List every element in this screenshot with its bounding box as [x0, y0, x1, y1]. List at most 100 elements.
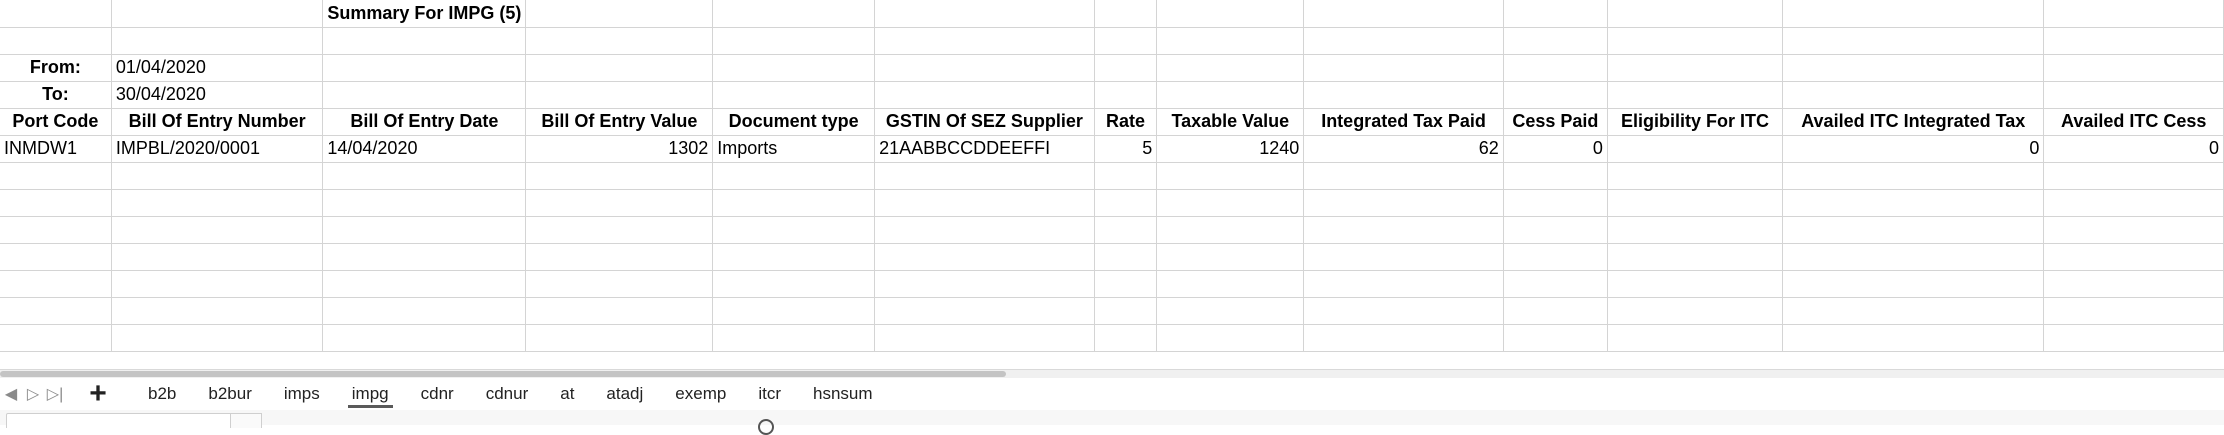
cell[interactable]	[322, 243, 527, 271]
cell[interactable]	[1607, 324, 1784, 352]
horizontal-scrollbar-thumb[interactable]	[0, 371, 1006, 377]
sheet-tab-atadj[interactable]: atadj	[590, 380, 659, 408]
cell[interactable]	[525, 54, 714, 82]
cell[interactable]	[1503, 324, 1608, 352]
cell[interactable]	[1303, 324, 1504, 352]
grid-table[interactable]: Summary For IMPG (5) From: 01/04/2020 To: 30…	[0, 0, 2224, 352]
first-sheet-button[interactable]: ◀	[0, 380, 22, 408]
cell[interactable]	[1156, 0, 1305, 28]
cell[interactable]	[1782, 54, 2045, 82]
cell[interactable]	[1503, 0, 1608, 28]
cell[interactable]	[874, 0, 1095, 28]
cell[interactable]	[111, 243, 324, 271]
cell[interactable]	[1782, 27, 2045, 55]
data-cell[interactable]: 0	[2043, 135, 2224, 163]
cell[interactable]	[322, 81, 527, 109]
data-cell[interactable]: IMPBL/2020/0001	[111, 135, 324, 163]
cell[interactable]	[1156, 216, 1305, 244]
cell[interactable]	[2043, 270, 2224, 298]
cell[interactable]	[1303, 0, 1504, 28]
data-cell[interactable]: 14/04/2020	[322, 135, 527, 163]
cell[interactable]	[712, 216, 876, 244]
cell[interactable]	[111, 162, 324, 190]
column-header[interactable]: Document type	[712, 108, 876, 136]
cell[interactable]	[874, 54, 1095, 82]
sheet-tab-exemp[interactable]: exemp	[659, 380, 742, 408]
cell[interactable]	[1303, 297, 1504, 325]
cell[interactable]	[1303, 243, 1504, 271]
cell[interactable]	[525, 189, 714, 217]
cell[interactable]	[111, 0, 324, 28]
cell[interactable]	[322, 297, 527, 325]
cell[interactable]	[1782, 189, 2045, 217]
spreadsheet-grid[interactable]: Summary For IMPG (5) From: 01/04/2020 To: 30…	[0, 0, 2224, 368]
cell[interactable]	[1782, 162, 2045, 190]
cell[interactable]	[322, 162, 527, 190]
cell[interactable]	[322, 270, 527, 298]
cell[interactable]	[2043, 81, 2224, 109]
next-sheet-button[interactable]: ▷|	[44, 380, 66, 408]
cell[interactable]	[712, 81, 876, 109]
cell[interactable]	[1607, 27, 1784, 55]
column-header[interactable]: Bill Of Entry Date	[322, 108, 527, 136]
column-header[interactable]: Rate	[1094, 108, 1158, 136]
cell[interactable]	[1782, 270, 2045, 298]
cell[interactable]	[0, 243, 112, 271]
cell[interactable]	[712, 54, 876, 82]
cell[interactable]	[1094, 0, 1158, 28]
cell[interactable]	[1156, 243, 1305, 271]
cell[interactable]	[1503, 189, 1608, 217]
cell[interactable]	[322, 54, 527, 82]
column-header[interactable]: GSTIN Of SEZ Supplier	[874, 108, 1095, 136]
cell[interactable]	[525, 270, 714, 298]
sheet-tab-cdnur[interactable]: cdnur	[470, 380, 545, 408]
column-header[interactable]: Integrated Tax Paid	[1303, 108, 1504, 136]
cell[interactable]	[525, 162, 714, 190]
cell[interactable]	[1782, 0, 2045, 28]
data-cell[interactable]: 62	[1303, 135, 1504, 163]
column-header[interactable]: Bill Of Entry Number	[111, 108, 324, 136]
column-header[interactable]: Eligibility For ITC	[1607, 108, 1784, 136]
cell[interactable]	[1782, 324, 2045, 352]
cell[interactable]	[2043, 243, 2224, 271]
cell[interactable]	[111, 270, 324, 298]
cell[interactable]	[1303, 216, 1504, 244]
column-header[interactable]: Availed ITC Integrated Tax	[1782, 108, 2045, 136]
cell[interactable]	[2043, 297, 2224, 325]
cell[interactable]	[1156, 54, 1305, 82]
cell[interactable]	[1156, 297, 1305, 325]
cell[interactable]	[874, 81, 1095, 109]
cell[interactable]	[712, 270, 876, 298]
cell[interactable]	[1303, 54, 1504, 82]
horizontal-scrollbar[interactable]	[0, 369, 2224, 378]
cell[interactable]	[712, 0, 876, 28]
cell[interactable]	[1156, 270, 1305, 298]
cell[interactable]	[0, 216, 112, 244]
data-cell[interactable]: 5	[1094, 135, 1158, 163]
cell[interactable]	[1607, 162, 1784, 190]
cell[interactable]	[322, 216, 527, 244]
column-header[interactable]: Availed ITC Cess	[2043, 108, 2224, 136]
cell[interactable]	[111, 324, 324, 352]
cell[interactable]	[1503, 54, 1608, 82]
cell[interactable]	[1607, 243, 1784, 271]
cell[interactable]	[874, 189, 1095, 217]
cell[interactable]	[1303, 162, 1504, 190]
cell[interactable]	[2043, 0, 2224, 28]
cell[interactable]	[0, 297, 112, 325]
cell[interactable]	[1094, 189, 1158, 217]
cell[interactable]	[1782, 243, 2045, 271]
to-value[interactable]: 30/04/2020	[111, 81, 324, 109]
cell[interactable]	[1094, 270, 1158, 298]
data-cell[interactable]	[1607, 135, 1784, 163]
cell[interactable]	[0, 270, 112, 298]
cell[interactable]	[1156, 324, 1305, 352]
cell[interactable]	[874, 270, 1095, 298]
cell[interactable]	[1156, 27, 1305, 55]
cell[interactable]	[2043, 324, 2224, 352]
cell[interactable]	[1607, 216, 1784, 244]
cell[interactable]	[1156, 81, 1305, 109]
cell[interactable]	[525, 324, 714, 352]
cell[interactable]	[525, 27, 714, 55]
cell[interactable]	[1156, 189, 1305, 217]
